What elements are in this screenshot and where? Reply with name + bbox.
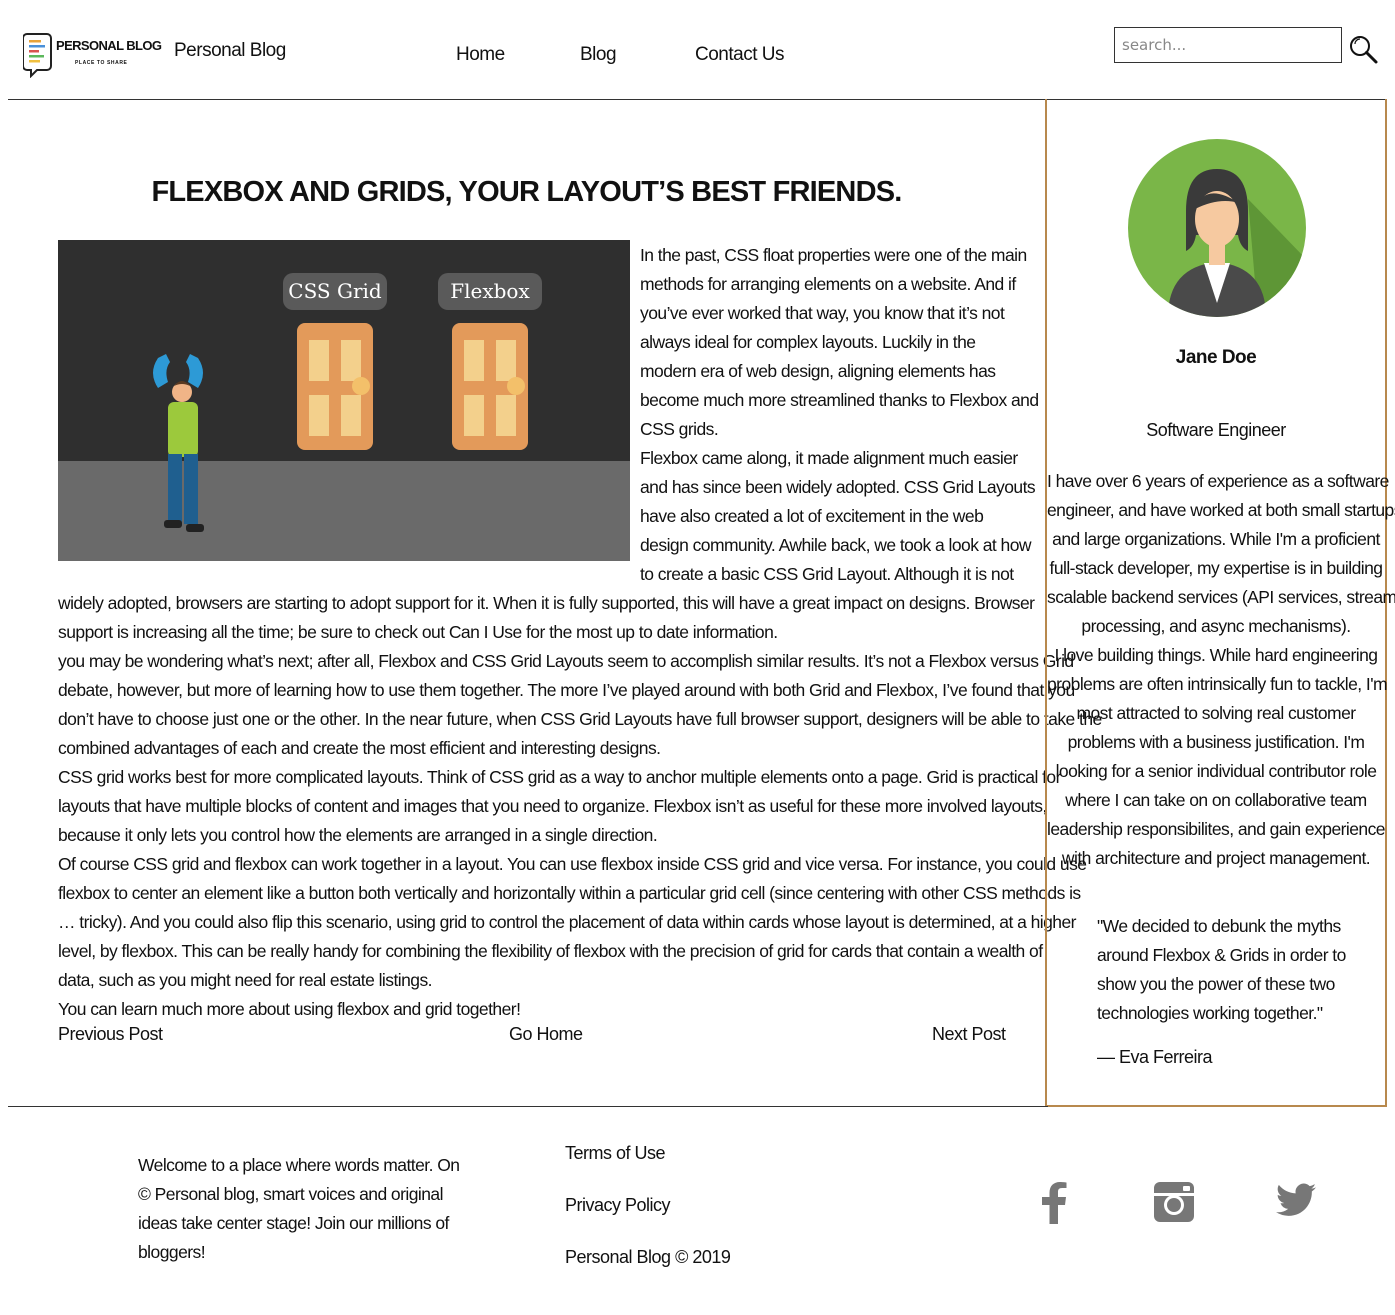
search-button[interactable] <box>1348 34 1380 66</box>
terms-of-use-link[interactable]: Terms of Use <box>565 1143 666 1164</box>
site-name[interactable]: Personal Blog <box>174 40 286 62</box>
article-text-line: modern era of web design, aligning eleme… <box>640 361 996 381</box>
article-title: FLEXBOX AND GRIDS, YOUR LAYOUT’S BEST FR… <box>151 176 902 208</box>
bio-text-line: looking for a senior individual contribu… <box>1055 761 1377 781</box>
copyright-text: Personal Blog © 2019 <box>565 1247 731 1267</box>
article-text-line: become much more streamlined thanks to F… <box>640 390 1039 410</box>
article-text-line: you’ve ever worked that way, you know th… <box>640 303 1005 323</box>
footer-blurb-line: © Personal blog, smart voices and origin… <box>138 1184 444 1204</box>
article-text-line: support is increasing all the time; be s… <box>58 622 778 642</box>
nav-home[interactable]: Home <box>456 44 505 66</box>
article-text-line: level, by flexbox. This can be really ha… <box>58 941 1043 961</box>
article-text-line: data, such as you might need for real es… <box>58 970 433 990</box>
author-sidebar: Jane Doe Software Engineer I have over 6… <box>1045 99 1395 1107</box>
article-text-line: CSS grids. <box>640 419 719 439</box>
bio-text-line: problems are often intrinsically fun to … <box>1047 674 1388 694</box>
bio-text-line: full-stack developer, my expertise is in… <box>1049 558 1384 578</box>
article-image: CSS Grid Flexbox <box>58 240 630 561</box>
article-text-line: Of course CSS grid and flexbox can work … <box>58 854 1087 874</box>
quote-author: — Eva Ferreira <box>1097 1047 1213 1067</box>
article-text-line: combined advantages of each and create t… <box>58 738 661 758</box>
author-bio-paragraph-1: I have over 6 years of experience as a s… <box>1047 467 1395 641</box>
article-text-line: to create a basic CSS Grid Layout. Altho… <box>640 564 1014 584</box>
article-text-line: and has since been widely adopted. CSS G… <box>640 477 1036 497</box>
site-logo[interactable]: PERSONAL BLOG PLACE TO SHARE <box>22 30 162 79</box>
article-text-line: debate, however, but more of learning ho… <box>58 680 1075 700</box>
article-text-line: widely adopted, browsers are starting to… <box>58 593 1035 613</box>
article-text-line: flexbox to center an element like a butt… <box>58 883 1081 903</box>
privacy-policy-link[interactable]: Privacy Policy <box>565 1195 671 1216</box>
twitter-link[interactable] <box>1276 1183 1316 1222</box>
article-text-line: layouts that have multiple blocks of con… <box>58 796 1047 816</box>
bio-text-line: with architecture and project management… <box>1061 848 1371 868</box>
avatar-icon <box>1128 139 1306 317</box>
door-css-grid <box>297 323 373 450</box>
bio-text-line: leadership responsibilites, and gain exp… <box>1047 819 1386 839</box>
bio-text-line: I have over 6 years of experience as a s… <box>1047 471 1389 491</box>
article-text-line: don’t have to choose just one or the oth… <box>58 709 1102 729</box>
article-text-line: CSS grid works best for more complicated… <box>58 767 1061 787</box>
footer-blurb-line: Welcome to a place where words matter. O… <box>138 1155 460 1175</box>
article-text-line: methods for arranging elements on a webs… <box>640 274 1016 294</box>
bio-text-line: most attracted to solving real customer <box>1076 703 1356 723</box>
bio-text-line: I love building things. While hard engin… <box>1054 645 1379 665</box>
author-role: Software Engineer <box>1146 420 1286 440</box>
label-css-grid: CSS Grid <box>288 279 382 303</box>
author-name: Jane Doe <box>1175 347 1257 368</box>
article-body-text: widely adopted, browsers are starting to… <box>58 589 1102 1024</box>
logo-tagline: PLACE TO SHARE <box>75 60 128 66</box>
article-text-line: Flexbox came along, it made alignment mu… <box>640 448 1018 468</box>
label-flexbox: Flexbox <box>450 279 530 303</box>
article-text-line: … tricky). And you could also flip this … <box>58 912 1076 932</box>
avatar <box>1128 139 1306 317</box>
quote-text-line: "We decided to debunk the myths <box>1097 916 1341 936</box>
go-home-link[interactable]: Go Home <box>509 1024 583 1045</box>
author-bio-paragraph-2: I love building things. While hard engin… <box>1047 641 1388 873</box>
door-flexbox <box>452 323 528 450</box>
bio-text-line: engineer, and have worked at both small … <box>1047 500 1395 520</box>
footer-blurb-line: ideas take center stage! Join our millio… <box>138 1213 449 1233</box>
facebook-icon <box>1042 1182 1067 1224</box>
footer-blurb: Welcome to a place where words matter. O… <box>138 1151 460 1267</box>
article-text-line: In the past, CSS float properties were o… <box>640 245 1027 265</box>
article-intro-text: In the past, CSS float properties were o… <box>640 241 1039 589</box>
quote-text-line: around Flexbox & Grids in order to <box>1097 945 1346 965</box>
bio-text-line: processing, and async mechanisms). <box>1081 616 1351 636</box>
bio-text-line: and large organizations. While I'm a pro… <box>1052 529 1380 549</box>
quote-text-line: technologies working together." <box>1097 1003 1323 1023</box>
article-text-line: always ideal for complex layouts. Luckil… <box>640 332 976 352</box>
article-text-line: have also created a lot of excitement in… <box>640 506 984 526</box>
bio-text-line: problems with a business justification. … <box>1067 732 1365 752</box>
footer-divider <box>8 1106 1048 1107</box>
article-text-line: you may be wondering what’s next; after … <box>58 651 1074 671</box>
instagram-icon <box>1154 1182 1194 1222</box>
twitter-icon <box>1276 1183 1316 1216</box>
next-post-link[interactable]: Next Post <box>932 1024 1006 1045</box>
quote-text-line: show you the power of these two <box>1097 974 1335 994</box>
bio-text-line: where I can take on on collaborative tea… <box>1065 790 1367 810</box>
article-text-line: design community. Awhile back, we took a… <box>640 535 1032 555</box>
facebook-link[interactable] <box>1040 1182 1068 1229</box>
instagram-link[interactable] <box>1154 1182 1194 1227</box>
previous-post-link[interactable]: Previous Post <box>58 1024 163 1045</box>
bio-text-line: scalable backend services (API services,… <box>1047 587 1395 607</box>
logo-title: PERSONAL BLOG <box>56 38 162 53</box>
article-text-line: because it only lets you control how the… <box>58 825 658 845</box>
footer-blurb-line: bloggers! <box>138 1242 206 1262</box>
search-input[interactable] <box>1114 27 1342 63</box>
article-text-line: You can learn much more about using flex… <box>58 999 521 1019</box>
search-icon <box>1350 36 1378 64</box>
css-grid-vs-flexbox-illustration: CSS Grid Flexbox <box>58 240 630 561</box>
nav-blog[interactable]: Blog <box>580 44 617 66</box>
nav-contact-us[interactable]: Contact Us <box>695 44 784 66</box>
author-quote: "We decided to debunk the myths around Fl… <box>1097 912 1346 1028</box>
site-header: PERSONAL BLOG PLACE TO SHARE Personal Bl… <box>8 0 1387 100</box>
